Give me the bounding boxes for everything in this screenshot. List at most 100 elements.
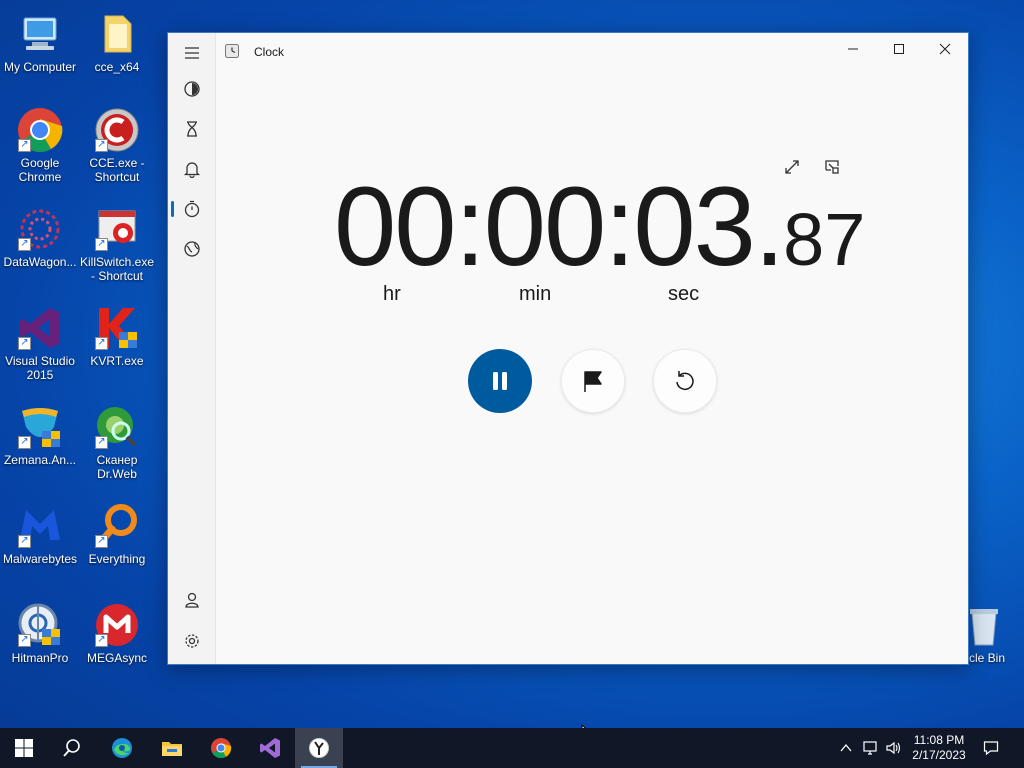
stopwatch-icon: [184, 200, 200, 218]
zemana-icon: ↗: [16, 403, 64, 451]
nav-item-focus-sessions[interactable]: [168, 69, 216, 109]
desktop-icon-label: Malwarebytes: [2, 552, 78, 566]
flag-icon: [584, 371, 602, 392]
desktop-icon-megasync[interactable]: ↗ MEGAsync: [77, 601, 157, 665]
folder-icon: [93, 10, 141, 58]
close-icon: [939, 43, 951, 55]
hours-label: hr: [383, 283, 401, 305]
selected-indicator: [171, 201, 174, 217]
clock-app-icon: [309, 738, 329, 758]
navigation-pane: [168, 33, 216, 664]
gear-icon: [185, 634, 199, 648]
network-icon: [863, 741, 877, 755]
notifications-button[interactable]: [983, 740, 999, 756]
maximize-button[interactable]: [876, 33, 922, 65]
bell-icon: [183, 162, 201, 178]
everything-icon: ↗: [93, 502, 141, 550]
nav-item-alarm[interactable]: [168, 149, 216, 189]
shortcut-arrow-icon: ↗: [18, 634, 31, 647]
account-button[interactable]: [168, 580, 216, 620]
shortcut-arrow-icon: ↗: [18, 535, 31, 548]
search-icon: [63, 739, 80, 757]
chevron-up-icon: [840, 743, 852, 752]
settings-button[interactable]: [168, 621, 216, 661]
lap-button[interactable]: [561, 349, 625, 413]
taskbar-visual-studio[interactable]: [246, 728, 294, 768]
stopwatch-milliseconds: 87: [783, 198, 866, 281]
clock-app-icon: [225, 44, 239, 58]
desktop-icon-label: Everything: [88, 552, 146, 566]
desktop-icon-label: KillSwitch.exe - Shortcut: [79, 255, 155, 283]
datawagon-icon: ↗: [16, 205, 64, 253]
taskbar-clock[interactable]: [295, 728, 343, 768]
volume-button[interactable]: [885, 740, 901, 756]
minimize-button[interactable]: [830, 33, 876, 65]
shortcut-arrow-icon: ↗: [95, 139, 108, 152]
desktop-icon-label: Google Chrome: [18, 156, 62, 184]
desktop-icon-label: CCE.exe - Shortcut: [89, 156, 145, 184]
desktop-icon-drweb[interactable]: ↗ Сканер Dr.Web: [77, 403, 157, 481]
shortcut-arrow-icon: ↗: [95, 634, 108, 647]
visual-studio-icon: [260, 738, 280, 758]
shortcut-arrow-icon: ↗: [18, 436, 31, 449]
desktop-icon-everything[interactable]: ↗ Everything: [77, 502, 157, 566]
desktop-icon-hitmanpro[interactable]: ↗ HitmanPro: [0, 601, 80, 665]
taskbar-chrome[interactable]: [197, 728, 245, 768]
title-bar[interactable]: Clock: [168, 33, 968, 69]
taskbar: 11:08 PM 2/17/2023: [0, 728, 1024, 768]
desktop-icon-label: ycle Bin: [962, 651, 1006, 665]
pause-button[interactable]: [468, 349, 532, 413]
reset-button[interactable]: [653, 349, 717, 413]
edge-icon: [112, 738, 132, 758]
killswitch-icon: ↗: [93, 205, 141, 253]
stopwatch-display: 00:00:03.87: [334, 171, 865, 296]
windows-logo-icon: [15, 739, 33, 757]
nav-item-stopwatch[interactable]: [168, 189, 216, 229]
desktop-icon-malwarebytes[interactable]: ↗ Malwarebytes: [0, 502, 80, 566]
desktop-icon-killswitch[interactable]: ↗ KillSwitch.exe - Shortcut: [77, 205, 157, 283]
shortcut-arrow-icon: ↗: [95, 238, 108, 251]
taskbar-file-explorer[interactable]: [148, 728, 196, 768]
notification-icon: [983, 741, 999, 756]
desktop-icon-kvrt[interactable]: ↗ KVRT.exe: [77, 304, 157, 368]
speaker-icon: [886, 741, 901, 755]
shortcut-arrow-icon: ↗: [18, 238, 31, 251]
desktop-icon-label: MEGAsync: [86, 651, 147, 665]
desktop-icon-visual-studio[interactable]: ↗ Visual Studio 2015: [0, 304, 80, 382]
focus-icon: [184, 81, 200, 97]
taskbar-edge[interactable]: [98, 728, 146, 768]
shortcut-arrow-icon: ↗: [95, 337, 108, 350]
desktop-icon-cce-shortcut[interactable]: ↗ CCE.exe - Shortcut: [77, 106, 157, 184]
taskbar-clock-readout[interactable]: 11:08 PM 2/17/2023: [905, 733, 973, 763]
visual-studio-icon: ↗: [16, 304, 64, 352]
desktop-icon-label: Visual Studio 2015: [5, 354, 75, 382]
desktop-icon-zemana[interactable]: ↗ Zemana.An...: [0, 403, 80, 467]
pause-icon: [493, 372, 507, 390]
reset-icon: [676, 371, 694, 391]
desktop-icon-cce-x64[interactable]: cce_x64: [77, 10, 157, 74]
desktop-icon-datawagon[interactable]: ↗ DataWagon...: [0, 205, 80, 269]
close-button[interactable]: [922, 33, 968, 65]
taskbar-time: 11:08 PM: [913, 733, 965, 747]
search-button[interactable]: [48, 728, 96, 768]
shortcut-arrow-icon: ↗: [95, 535, 108, 548]
taskbar-date: 2/17/2023: [912, 748, 966, 762]
minimize-icon: [848, 48, 858, 50]
window-title: Clock: [254, 45, 285, 59]
show-hidden-icons-button[interactable]: [838, 740, 854, 756]
nav-item-timer[interactable]: [168, 109, 216, 149]
nav-item-world-clock[interactable]: [168, 229, 216, 269]
start-button[interactable]: [0, 728, 48, 768]
cce-icon: ↗: [93, 106, 141, 154]
network-button[interactable]: [862, 740, 878, 756]
malwarebytes-icon: ↗: [16, 502, 64, 550]
desktop-icon-my-computer[interactable]: My Computer: [0, 10, 80, 74]
desktop-icon-google-chrome[interactable]: ↗ Google Chrome: [0, 106, 80, 184]
megasync-icon: ↗: [93, 601, 141, 649]
maximize-icon: [894, 44, 904, 54]
chrome-icon: [211, 738, 232, 759]
seconds-label: sec: [668, 283, 700, 305]
minutes-label: min: [519, 283, 552, 305]
shortcut-arrow-icon: ↗: [18, 139, 31, 152]
desktop-icon-label: My Computer: [3, 60, 77, 74]
